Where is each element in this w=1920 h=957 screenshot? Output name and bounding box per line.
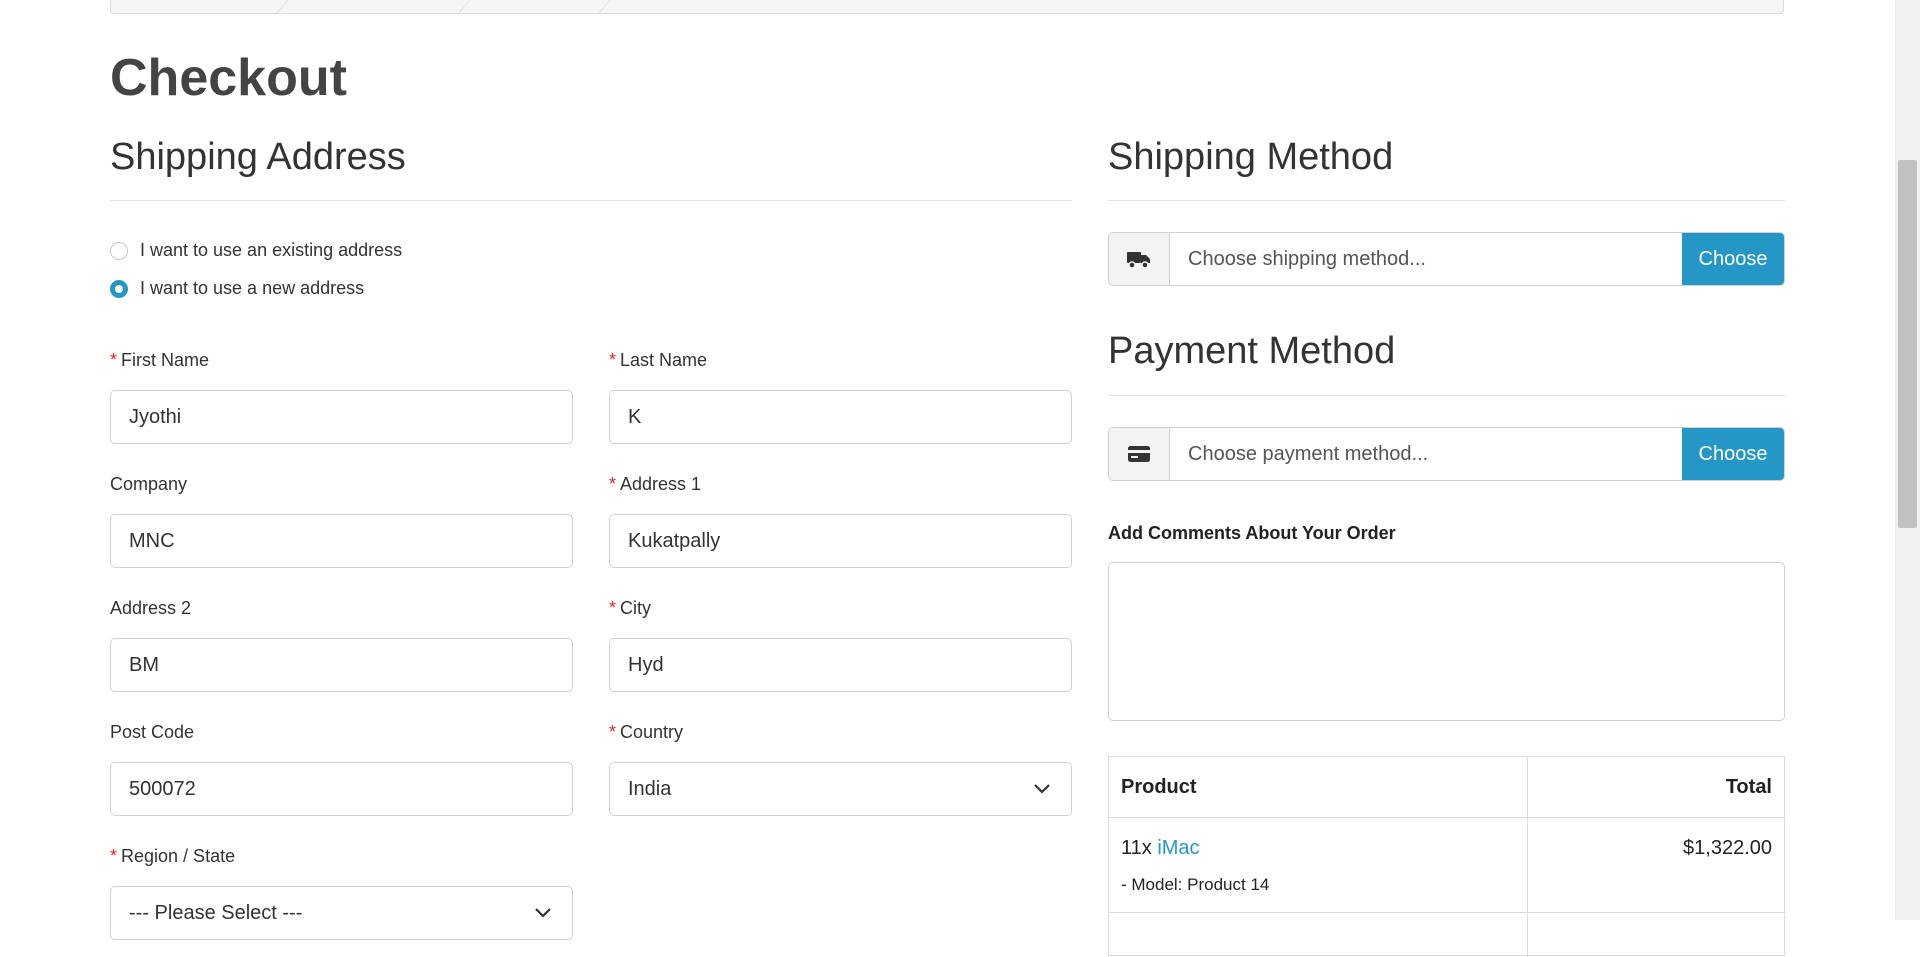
order-item: 11x iMac	[1121, 837, 1200, 860]
row-divider	[1109, 912, 1786, 913]
country-label: * Country	[609, 722, 683, 743]
last-name-input[interactable]: K	[609, 390, 1072, 444]
page-scrollbar[interactable]	[1895, 0, 1920, 920]
choose-shipping-button[interactable]: Choose	[1682, 233, 1784, 285]
credit-card-icon	[1109, 428, 1170, 480]
product-header: Product	[1121, 776, 1197, 798]
item-total: $1,322.00	[1683, 837, 1772, 859]
company-input[interactable]: MNC	[110, 514, 573, 568]
required-mark: *	[609, 722, 617, 742]
required-mark: *	[609, 474, 617, 494]
chevron-down-icon	[1033, 763, 1051, 815]
country-label-text: Country	[620, 722, 684, 742]
total-header: Total	[1725, 776, 1772, 798]
country-select[interactable]: India	[609, 762, 1072, 816]
row-divider	[1109, 817, 1786, 818]
payment-method-input[interactable]: Choose payment method...	[1170, 428, 1682, 480]
required-mark: *	[110, 350, 118, 370]
region-label-text: Region / State	[121, 846, 236, 866]
required-mark: *	[110, 846, 118, 866]
last-name-label: * Last Name	[609, 350, 707, 371]
shipping-method-input[interactable]: Choose shipping method...	[1170, 233, 1682, 285]
page-title: Checkout	[110, 49, 347, 107]
chevron-down-icon	[534, 887, 552, 939]
new-address-radio[interactable]	[110, 279, 128, 298]
shipping-method-group: Choose shipping method... Choose	[1108, 232, 1785, 286]
first-name-input[interactable]: Jyothi	[110, 390, 573, 444]
required-mark: *	[609, 598, 617, 618]
existing-address-label: I want to use an existing address	[140, 240, 403, 260]
scrollbar-thumb[interactable]	[1898, 160, 1917, 528]
payment-method-group: Choose payment method... Choose	[1108, 427, 1785, 481]
comments-label: Add Comments About Your Order	[1108, 523, 1396, 543]
divider	[110, 200, 1072, 201]
city-label: * City	[609, 598, 651, 619]
post-code-label: Post Code	[110, 722, 195, 742]
required-mark: *	[609, 350, 617, 370]
first-name-label: * First Name	[110, 350, 209, 371]
address-1-input[interactable]: Kukatpally	[609, 514, 1072, 568]
address-1-label: * Address 1	[609, 474, 701, 495]
region-label: * Region / State	[110, 846, 235, 867]
comments-textarea[interactable]	[1108, 562, 1785, 721]
item-model: - Model: Product 14	[1121, 875, 1270, 894]
city-input[interactable]: Hyd	[609, 638, 1072, 692]
new-address-option[interactable]: I want to use a new address	[110, 278, 364, 299]
company-label: Company	[110, 474, 188, 494]
truck-icon	[1109, 233, 1170, 285]
divider	[1108, 395, 1785, 396]
last-name-label-text: Last Name	[620, 350, 708, 370]
first-name-label-text: First Name	[121, 350, 210, 370]
address-2-label: Address 2	[110, 598, 192, 618]
column-divider	[1527, 757, 1528, 957]
product-link[interactable]: iMac	[1157, 837, 1199, 859]
shipping-address-heading: Shipping Address	[110, 136, 406, 178]
country-selected-value: India	[628, 778, 672, 800]
order-table: Product Total 11x iMac - Model: Product …	[1108, 756, 1786, 957]
divider	[1108, 200, 1785, 201]
breadcrumb-separator	[274, 0, 305, 15]
new-address-label: I want to use a new address	[140, 278, 365, 298]
region-selected-value: --- Please Select ---	[129, 902, 303, 924]
breadcrumb-separator	[596, 0, 627, 15]
post-code-input[interactable]: 500072	[110, 762, 573, 816]
breadcrumb	[110, 0, 1784, 15]
city-label-text: City	[620, 598, 652, 618]
payment-method-heading: Payment Method	[1108, 330, 1396, 372]
address-1-label-text: Address 1	[620, 474, 702, 494]
region-select[interactable]: --- Please Select ---	[110, 886, 573, 940]
shipping-method-heading: Shipping Method	[1108, 136, 1394, 178]
address-2-input[interactable]: BM	[110, 638, 573, 692]
existing-address-option[interactable]: I want to use an existing address	[110, 240, 402, 261]
item-quantity: 11x	[1121, 837, 1152, 859]
existing-address-radio[interactable]	[110, 241, 128, 260]
breadcrumb-separator	[456, 0, 487, 15]
choose-payment-button[interactable]: Choose	[1682, 428, 1784, 480]
